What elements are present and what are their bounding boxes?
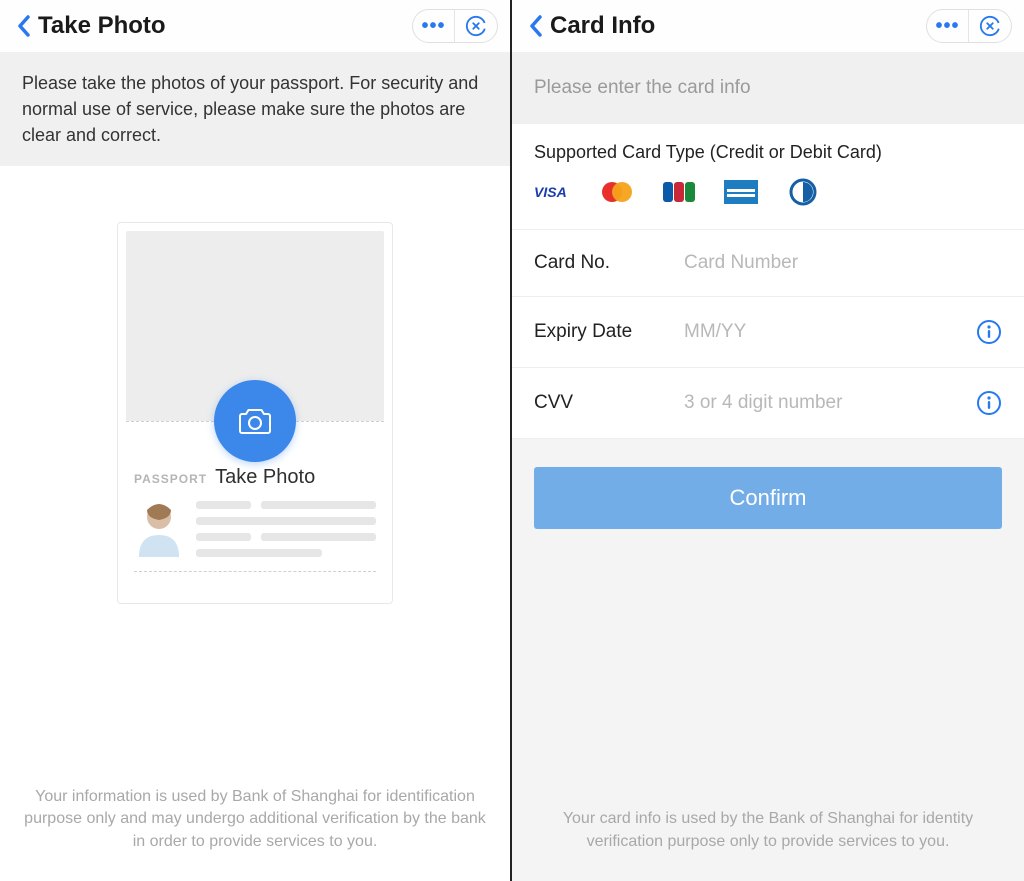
card-no-input[interactable] (684, 252, 1002, 274)
footer-note: Your information is used by Bank of Shan… (0, 786, 510, 881)
page-title: Take Photo (38, 12, 166, 40)
more-button[interactable]: ••• (927, 10, 969, 42)
visa-logo-icon: VISA (534, 179, 576, 205)
cvv-row: CVV (512, 367, 1024, 439)
jcb-logo-icon (658, 179, 700, 205)
close-circle-icon (465, 15, 487, 37)
mastercard-logo-icon (596, 179, 638, 205)
camera-icon (238, 406, 272, 436)
instruction-banner: Please enter the card info (512, 52, 1024, 124)
take-photo-button[interactable] (214, 380, 296, 462)
back-icon[interactable] (524, 14, 548, 38)
supported-card-label: Supported Card Type (Credit or Debit Car… (534, 142, 1002, 163)
passport-tag: PASSPORT (134, 472, 207, 486)
passport-take-photo-label: Take Photo (215, 466, 315, 489)
diners-logo-icon (782, 179, 824, 205)
page-title: Card Info (550, 12, 655, 40)
avatar-placeholder-icon (134, 499, 184, 557)
card-logos-row: VISA (534, 179, 1002, 205)
cvv-input[interactable] (684, 392, 968, 414)
header-right: Card Info ••• (512, 0, 1024, 52)
card-no-row: Card No. (512, 229, 1024, 296)
passport-lines-placeholder (196, 499, 376, 557)
amex-logo-icon (720, 179, 762, 205)
more-dots-icon: ••• (421, 15, 445, 38)
instruction-banner: Please take the photos of your passport.… (0, 52, 510, 166)
header-left: Take Photo ••• (0, 0, 510, 52)
expiry-info-icon[interactable] (976, 319, 1002, 345)
close-button[interactable] (969, 10, 1011, 42)
passport-photo-placeholder (126, 231, 384, 421)
expiry-label: Expiry Date (534, 321, 684, 343)
cvv-info-icon[interactable] (976, 390, 1002, 416)
back-icon[interactable] (12, 14, 36, 38)
more-button[interactable]: ••• (413, 10, 455, 42)
footer-note: Your card info is used by the Bank of Sh… (512, 808, 1024, 881)
confirm-button[interactable]: Confirm (534, 467, 1002, 529)
svg-text:VISA: VISA (534, 185, 567, 199)
expiry-row: Expiry Date (512, 296, 1024, 367)
cvv-label: CVV (534, 392, 684, 414)
more-dots-icon: ••• (935, 15, 959, 38)
close-circle-icon (979, 15, 1001, 37)
close-button[interactable] (455, 10, 497, 42)
card-no-label: Card No. (534, 252, 684, 274)
expiry-input[interactable] (684, 321, 968, 343)
passport-card: PASSPORT Take Photo (117, 222, 393, 604)
